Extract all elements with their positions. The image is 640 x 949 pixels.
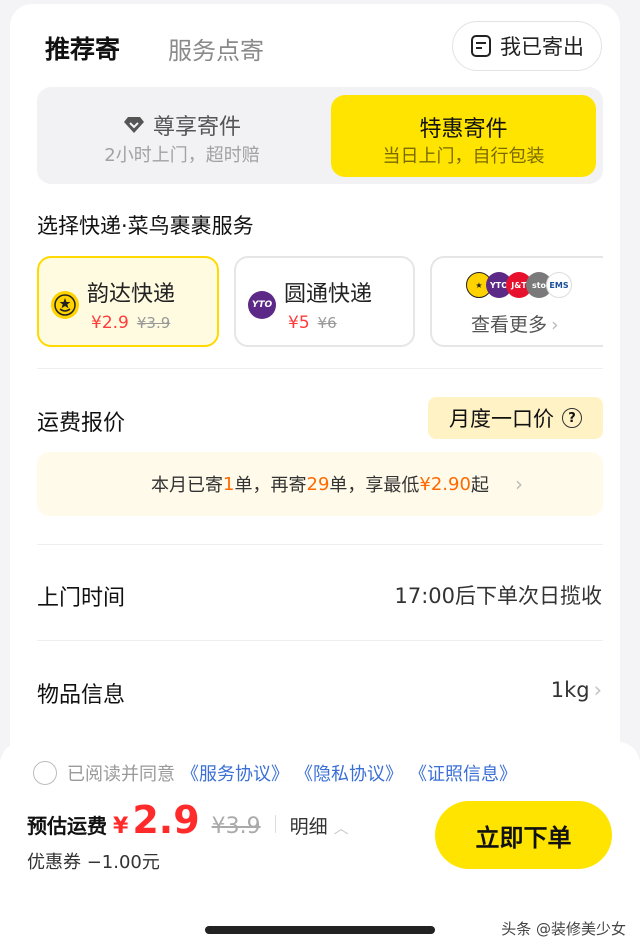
premium-mode-title: 尊享寄件 [37, 109, 327, 141]
item-info-value[interactable]: 1kg › [551, 678, 602, 702]
discount-mode-desc: 当日上门，自行包装 [382, 146, 545, 167]
discount-mode-title: 特惠寄件 [419, 117, 508, 142]
freight-quote-label: 运费报价 [37, 411, 126, 436]
courier-name: 圆通快递 [284, 282, 373, 307]
pickup-time-value[interactable]: 17:00后下单次日揽收 [394, 580, 602, 610]
coupon-discount: 优惠券 −1.00元 [27, 852, 160, 873]
bottom-order-panel: 已阅读并同意 《服务协议》 《隐私协议》 《证照信息》 预估运费 ¥ 2.9 ¥… [0, 742, 640, 949]
privacy-agreement-link[interactable]: 《隐私协议》 [295, 760, 403, 786]
license-info-link[interactable]: 《证照信息》 [409, 760, 517, 786]
chevron-up-icon: ︿ [333, 819, 349, 837]
yunda-logo-icon [51, 291, 79, 319]
courier-card-more[interactable]: ★ YTO J&T sto EMS 查看更多 › [430, 256, 603, 347]
monthly-promo-banner[interactable]: 本月已寄 1 单，再寄 29 单，享最低 ¥2.90 起 › [37, 452, 603, 516]
service-agreement-link[interactable]: 《服务协议》 [181, 760, 289, 786]
discount-mode-option[interactable]: 特惠寄件 当日上门，自行包装 [331, 95, 596, 177]
divider [37, 640, 603, 641]
monthly-fixed-price-tag[interactable]: 月度一口价 ? [428, 397, 603, 439]
more-couriers-label: 查看更多 › [471, 314, 559, 336]
separator [274, 815, 276, 833]
pickup-time-label: 上门时间 [37, 586, 126, 611]
divider [37, 544, 603, 545]
diamond-icon [123, 117, 144, 133]
sent-orders-button[interactable]: 我已寄出 [452, 21, 602, 71]
tab-service-point[interactable]: 服务点寄 [168, 31, 264, 66]
premium-mode-option[interactable]: 尊享寄件 2小时上门，超时赔 [37, 87, 327, 184]
sent-orders-label: 我已寄出 [500, 35, 584, 59]
place-order-button[interactable]: 立即下单 [435, 801, 612, 869]
estimated-fee: 预估运费 ¥ 2.9 ¥3.9 明细 ︿ [27, 798, 349, 842]
courier-price: ¥5 ¥6 [288, 313, 337, 333]
courier-old-price: ¥3.9 [136, 314, 171, 332]
estimated-fee-amount: 2.9 [132, 798, 200, 842]
original-fee-amount: ¥3.9 [211, 814, 261, 839]
courier-section-title: 选择快递·菜鸟裹裹服务 [37, 214, 254, 238]
estimated-fee-label: 预估运费 [27, 814, 107, 838]
courier-old-price: ¥6 [317, 314, 337, 332]
fee-detail-toggle[interactable]: 明细 ︿ [290, 812, 349, 839]
chevron-right-icon: › [515, 472, 523, 496]
more-couriers-logos: ★ YTO J&T sto EMS [466, 272, 576, 300]
item-info-label: 物品信息 [37, 683, 126, 708]
shipping-mode-selector: 尊享寄件 2小时上门，超时赔 特惠寄件 当日上门，自行包装 [37, 87, 603, 184]
courier-price: ¥2.9 ¥3.9 [91, 313, 171, 333]
courier-name: 韵达快递 [87, 282, 176, 307]
document-icon [471, 35, 491, 57]
yto-logo-icon: YTO [248, 291, 276, 319]
premium-mode-desc: 2小时上门，超时赔 [104, 145, 260, 166]
agreement-checkbox[interactable] [33, 761, 57, 785]
chevron-right-icon: › [593, 678, 602, 702]
chevron-right-icon: › [551, 314, 559, 336]
courier-card-yto[interactable]: YTO 圆通快递 ¥5 ¥6 [234, 256, 415, 347]
courier-card-yunda[interactable]: 韵达快递 ¥2.9 ¥3.9 [37, 256, 219, 347]
tab-recommended[interactable]: 推荐寄 [42, 30, 124, 68]
currency-symbol: ¥ [113, 814, 129, 839]
agreement-text: 已阅读并同意 [67, 764, 175, 785]
agreement-row: 已阅读并同意 《服务协议》 《隐私协议》 《证照信息》 [33, 760, 517, 786]
watermark: 头条 @装修美少女 [501, 920, 626, 938]
home-indicator[interactable] [205, 926, 435, 934]
divider [37, 368, 603, 369]
help-icon[interactable]: ? [562, 408, 582, 428]
ems-small-logo-icon: EMS [546, 272, 572, 298]
